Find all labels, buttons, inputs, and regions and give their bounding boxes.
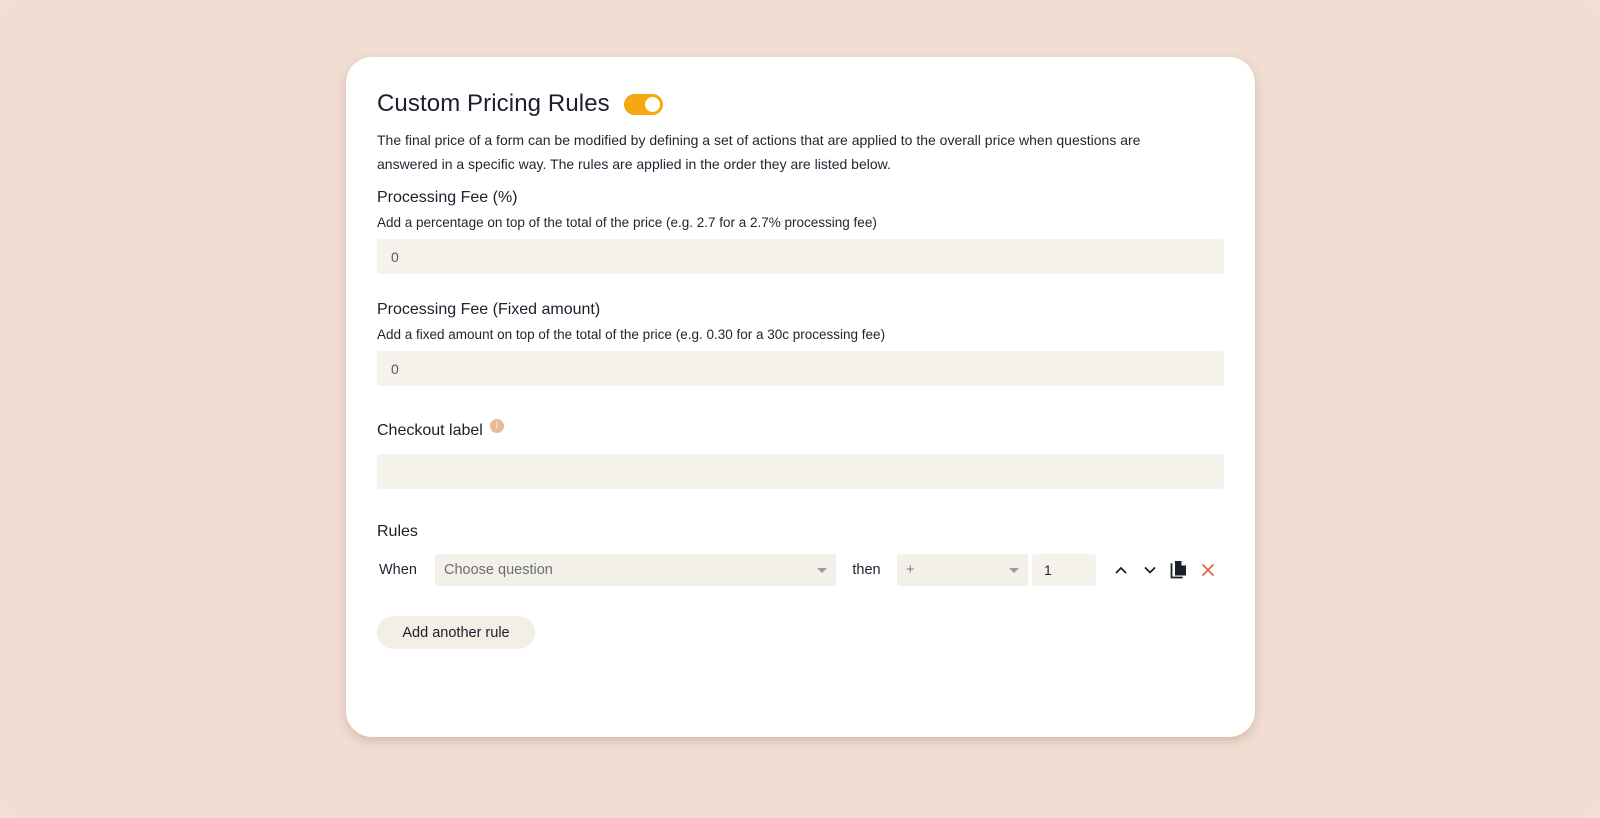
checkout-label-row: Checkout label i: [377, 419, 1224, 443]
info-icon[interactable]: i: [489, 419, 504, 433]
rule-amount-input[interactable]: [1032, 554, 1096, 586]
pricing-toggle[interactable]: [623, 93, 663, 115]
title-row: Custom Pricing Rules: [377, 87, 1224, 121]
processing-fee-fixed-hint: Add a fixed amount on top of the total o…: [377, 327, 886, 342]
processing-fee-fixed-title: Processing Fee (Fixed amount): [377, 301, 601, 318]
toggle-knob: [644, 96, 660, 112]
processing-fee-percent-hint: Add a percentage on top of the total of …: [377, 215, 877, 230]
copy-icon: [1170, 561, 1186, 579]
page-title: Custom Pricing Rules: [377, 90, 610, 117]
caret-down-icon: [1009, 568, 1019, 573]
close-icon: [1201, 564, 1214, 576]
operator-select-value: +: [906, 562, 915, 578]
chevron-up-icon: [1115, 567, 1126, 574]
pricing-card: Custom Pricing Rules The final price of …: [346, 57, 1255, 737]
chevron-down-icon: [1144, 567, 1155, 574]
delete-rule-button[interactable]: [1193, 555, 1222, 585]
move-down-button[interactable]: [1135, 555, 1164, 585]
question-select[interactable]: Choose question: [435, 554, 836, 586]
checkout-label-input[interactable]: [377, 454, 1224, 489]
checkout-label-title: Checkout label: [377, 422, 483, 439]
pricing-description: The final price of a form can be modifie…: [377, 132, 1141, 172]
operator-select[interactable]: +: [897, 554, 1028, 586]
duplicate-rule-button[interactable]: [1164, 555, 1193, 585]
processing-fee-percent-title: Processing Fee (%): [377, 189, 518, 206]
caret-down-icon: [817, 568, 827, 573]
rules-title: Rules: [377, 523, 418, 540]
question-select-value: Choose question: [444, 562, 553, 578]
rule-then-label: then: [852, 562, 881, 578]
rule-row: When Choose question then +: [377, 553, 1224, 587]
processing-fee-percent-input[interactable]: [377, 239, 1224, 274]
move-up-button[interactable]: [1106, 555, 1135, 585]
add-rule-button[interactable]: Add another rule: [377, 616, 535, 649]
processing-fee-fixed-input[interactable]: [377, 351, 1224, 386]
rule-when-label: When: [379, 562, 417, 578]
